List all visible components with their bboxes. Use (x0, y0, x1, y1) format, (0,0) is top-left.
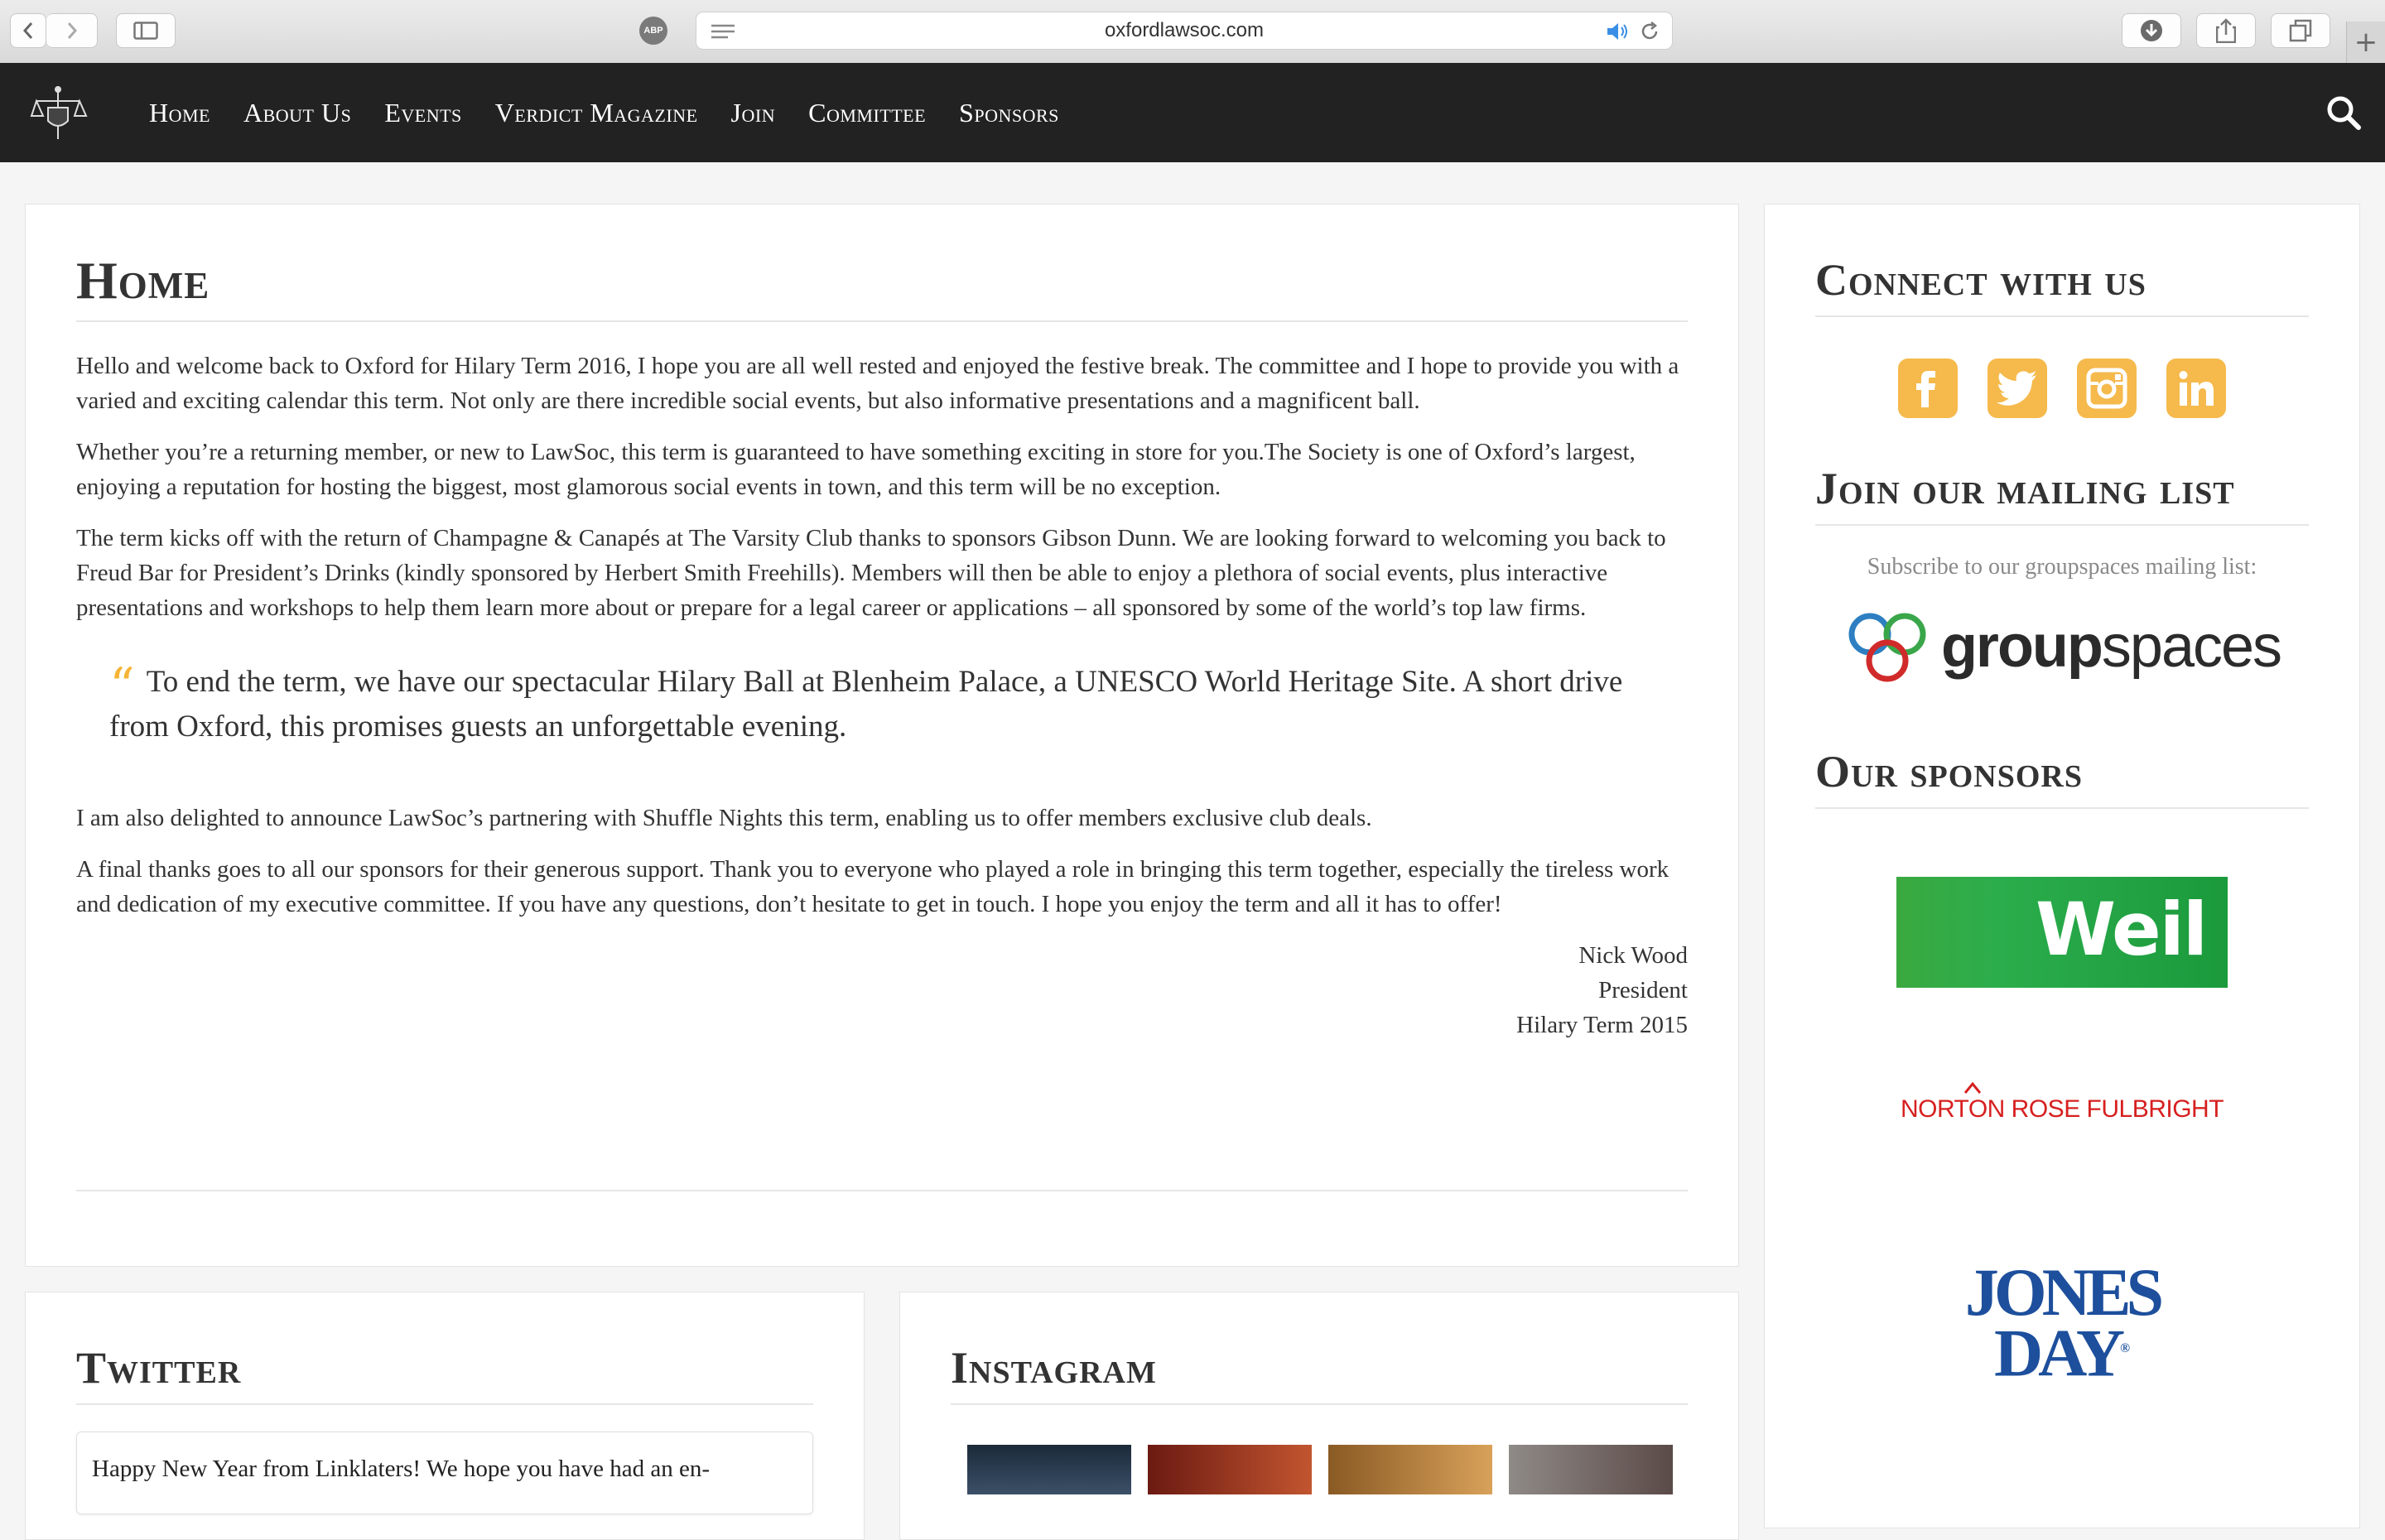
back-button[interactable] (10, 13, 46, 48)
chevron-right-icon (67, 22, 77, 39)
instagram-photo[interactable] (1328, 1445, 1492, 1494)
tweet-card[interactable]: Happy New Year from Linklaters! We hope … (76, 1432, 813, 1514)
browser-toolbar: ABP oxfordlawsoc.com + (0, 0, 2385, 64)
speaker-icon[interactable] (1606, 22, 1631, 41)
share-button[interactable] (2196, 13, 2256, 48)
groupspaces-wordmark: groupspaces (1940, 614, 2282, 680)
search-icon[interactable] (2325, 94, 2362, 131)
address-bar[interactable]: oxfordlawsoc.com (696, 12, 1673, 50)
tweet-text: Happy New Year from Linklaters! We hope … (92, 1456, 711, 1482)
quote-text: To end the term, we have our spectacular… (109, 665, 1623, 744)
downloads-button[interactable] (2122, 13, 2181, 48)
twitter-icon[interactable] (1988, 359, 2047, 418)
instagram-thumbnails (967, 1445, 1688, 1494)
instagram-panel: Instagram (899, 1292, 1739, 1540)
sidebar-panel: Connect with us Join our mailing list Su… (1764, 204, 2360, 1528)
connect-title: Connect with us (1815, 257, 2309, 317)
quote-mark-icon: “ (109, 657, 135, 715)
page-title: Home (76, 254, 1688, 322)
signature-name: Nick Wood (1578, 942, 1688, 969)
forward-button[interactable] (46, 13, 98, 48)
facebook-icon[interactable] (1898, 359, 1958, 418)
thanks-paragraph: A final thanks goes to all our sponsors … (76, 856, 1670, 917)
chevron-left-icon (22, 22, 33, 39)
nav-sponsors[interactable]: Sponsors (959, 98, 1059, 128)
linkedin-icon[interactable] (2166, 359, 2226, 418)
jones-day-logo[interactable]: JONES DAY® (1815, 1258, 2309, 1387)
groupspaces-logo[interactable]: groupspaces (1815, 597, 2309, 696)
instagram-photo[interactable] (1148, 1445, 1312, 1494)
signature-role: President (1598, 977, 1688, 1003)
lawsoc-crest-logo[interactable] (28, 83, 88, 142)
subscribe-text: Subscribe to our groupspaces mailing lis… (1867, 554, 2257, 580)
intro-paragraph: Hello and welcome back to Oxford for Hil… (76, 353, 1679, 414)
instagram-photo[interactable] (967, 1445, 1131, 1494)
norton-rose-fulbright-logo[interactable]: NORTON ROSE FULBRIGHT (1815, 1082, 2309, 1124)
weil-sponsor-logo[interactable]: Weil (1896, 877, 2228, 988)
tabs-overview-button[interactable] (2271, 13, 2330, 48)
sidebar-icon (133, 22, 158, 40)
mailing-list-title: Join our mailing list (1815, 466, 2309, 526)
shuffle-nights-paragraph: I am also delighted to announce LawSoc’s… (76, 805, 1372, 831)
instagram-photo[interactable] (1509, 1445, 1673, 1494)
events-paragraph: The term kicks off with the return of Ch… (76, 525, 1666, 621)
nav-events[interactable]: Events (384, 98, 461, 128)
reload-icon[interactable] (1639, 21, 1660, 42)
adblock-button[interactable]: ABP (623, 13, 684, 48)
nrf-caret-icon (1964, 1082, 1981, 1094)
url-text: oxfordlawsoc.com (1104, 19, 1265, 41)
adblock-label: ABP (639, 17, 667, 45)
instagram-title: Instagram (951, 1345, 1688, 1405)
welcome-paragraph: Whether you’re a returning member, or ne… (76, 439, 1636, 500)
signature-term: Hilary Term 2015 (1516, 1012, 1688, 1038)
groupspaces-circles-icon (1848, 613, 1926, 682)
nav-about-us[interactable]: About Us (243, 98, 351, 128)
new-tab-button[interactable]: + (2346, 22, 2385, 63)
share-icon (2216, 18, 2236, 43)
divider (76, 1190, 1688, 1191)
sidebar-toggle-button[interactable] (116, 13, 176, 48)
twitter-title: Twitter (76, 1345, 813, 1405)
nav-join[interactable]: Join (731, 98, 776, 128)
home-content-panel: Home Hello and welcome back to Oxford fo… (25, 204, 1739, 1267)
tabs-icon (2289, 19, 2312, 42)
nav-home[interactable]: Home (149, 98, 210, 128)
blockquote: “To end the term, we have our spectacula… (109, 660, 1688, 749)
signature: Nick Wood President Hilary Term 2015 (76, 938, 1688, 1042)
twitter-panel: Twitter Happy New Year from Linklaters! … (25, 1292, 865, 1540)
sponsors-title: Our sponsors (1815, 749, 2309, 809)
nav-verdict-magazine[interactable]: Verdict Magazine (495, 98, 698, 128)
instagram-icon[interactable] (2077, 359, 2137, 418)
site-navbar: Home About Us Events Verdict Magazine Jo… (0, 63, 2385, 162)
social-links (1815, 359, 2309, 418)
nav-committee[interactable]: Committee (808, 98, 926, 128)
main-menu: Home About Us Events Verdict Magazine Jo… (149, 63, 1092, 162)
download-icon (2141, 20, 2162, 41)
